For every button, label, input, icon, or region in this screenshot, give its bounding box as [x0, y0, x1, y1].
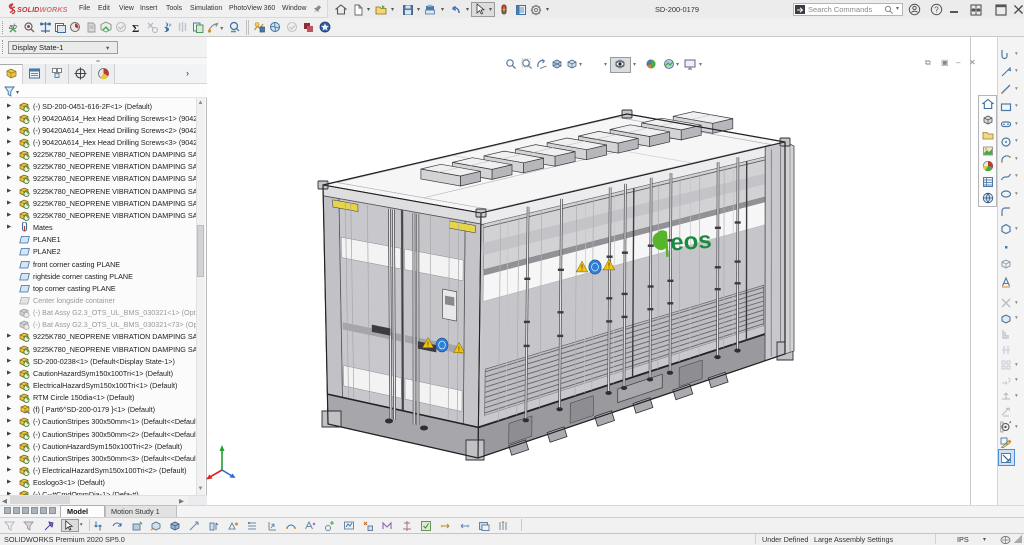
svg-text:eos: eos	[669, 227, 712, 257]
svg-text:!: !	[427, 339, 429, 348]
svg-text:!: !	[581, 264, 583, 273]
svg-text:!: !	[458, 344, 460, 353]
svg-text:!: !	[608, 262, 610, 271]
